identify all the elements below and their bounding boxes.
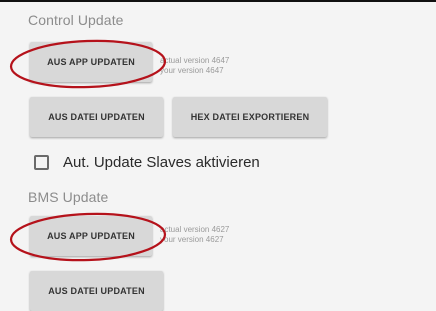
slaves-update-row[interactable]: Aut. Update Slaves aktivieren — [34, 154, 260, 171]
bms-your-version: your version 4627 — [160, 235, 224, 244]
slaves-update-checkbox[interactable] — [34, 155, 49, 170]
bms-update-title: BMS Update — [28, 189, 109, 205]
control-your-version: your version 4647 — [160, 66, 224, 75]
bms-update-from-file-button[interactable]: AUS DATEI UPDATEN — [30, 271, 163, 311]
bms-actual-version: actual version 4627 — [160, 225, 230, 234]
slaves-update-label[interactable]: Aut. Update Slaves aktivieren — [63, 154, 260, 171]
control-update-from-app-button[interactable]: AUS APP UPDATEN — [30, 42, 152, 82]
hex-file-export-button[interactable]: HEX DATEI EXPORTIEREN — [173, 97, 327, 137]
control-update-from-file-button[interactable]: AUS DATEI UPDATEN — [30, 97, 163, 137]
top-border — [0, 0, 436, 2]
control-update-title: Control Update — [28, 12, 124, 28]
control-actual-version: actual version 4647 — [160, 56, 230, 65]
bms-update-from-app-button[interactable]: AUS APP UPDATEN — [30, 216, 152, 256]
